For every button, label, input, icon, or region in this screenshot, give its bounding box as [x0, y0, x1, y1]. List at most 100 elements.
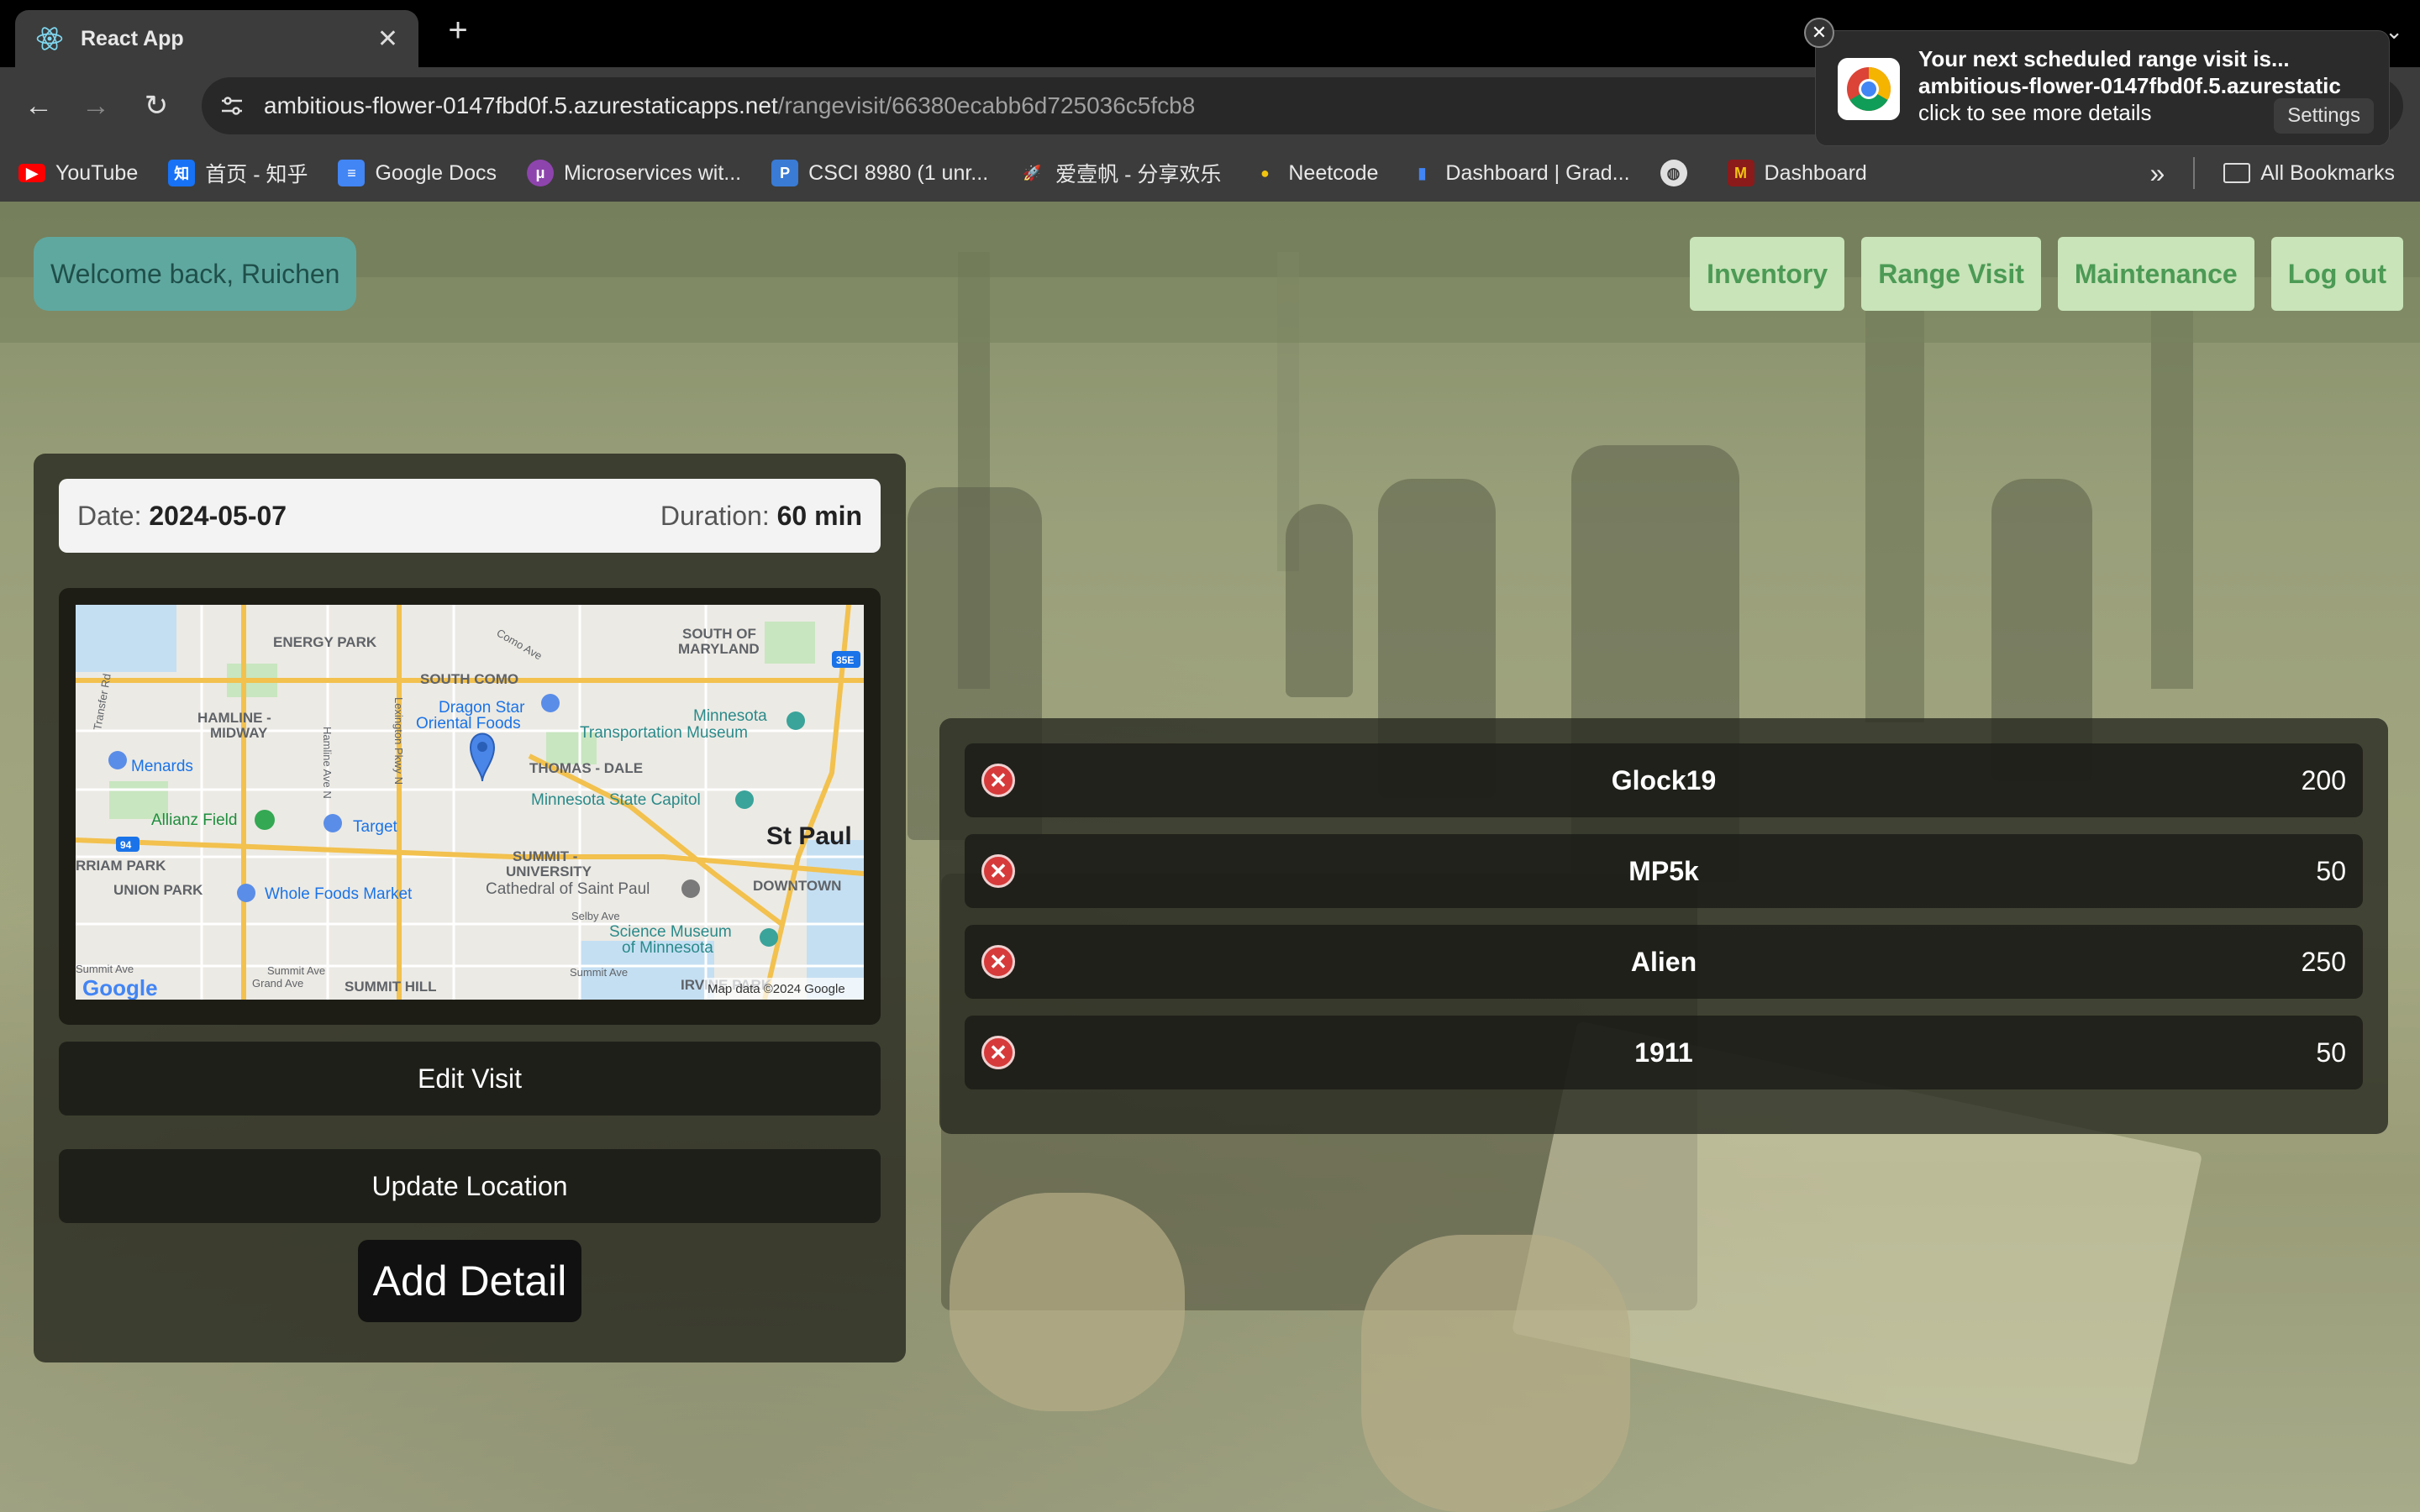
bookmark-youtube[interactable]: ▶ YouTube	[18, 161, 138, 186]
all-bookmarks[interactable]: All Bookmarks	[2223, 161, 2395, 186]
item-name: MP5k	[1628, 856, 1699, 886]
svg-text:Menards: Menards	[131, 758, 193, 775]
svg-text:Hamline Ave N: Hamline Ave N	[321, 727, 334, 799]
url-host: ambitious-flower-0147fbd0f.5.azurestatic…	[264, 92, 778, 118]
visit-duration: Duration: 60 min	[660, 500, 862, 531]
item-quantity: 250	[2301, 947, 2346, 977]
list-item: ✕ MP5k 50	[965, 834, 2363, 908]
svg-text:Summit Ave: Summit Ave	[76, 963, 134, 975]
item-name: 1911	[1634, 1037, 1693, 1068]
svg-text:Allianz Field: Allianz Field	[151, 811, 237, 829]
svg-text:Science Museum: Science Museum	[609, 923, 732, 941]
svg-text:DOWNTOWN: DOWNTOWN	[753, 878, 841, 894]
microservices-icon: μ	[527, 160, 554, 186]
svg-text:Cathedral of Saint Paul: Cathedral of Saint Paul	[486, 880, 650, 898]
svg-text:HAMLINE -: HAMLINE -	[197, 710, 271, 726]
forward-icon[interactable]: →	[77, 87, 114, 124]
item-name: Alien	[1630, 947, 1697, 977]
svg-text:Target: Target	[353, 818, 398, 836]
bookmarks-divider	[2193, 157, 2196, 189]
bookmark-google-docs[interactable]: ≡ Google Docs	[338, 160, 497, 186]
tab-title: React App	[81, 26, 184, 50]
visit-detail-panel: Date: 2024-05-07 Duration: 60 min ENERGY…	[34, 454, 906, 1362]
back-icon[interactable]: ←	[20, 87, 57, 124]
main-nav: Inventory Range Visit Maintenance Log ou…	[1690, 237, 2403, 311]
svg-text:SUMMIT -: SUMMIT -	[513, 848, 577, 864]
map-container: ENERGY PARK SOUTH OF MARYLAND SOUTH COMO…	[59, 588, 881, 1025]
nav-range-visit[interactable]: Range Visit	[1861, 237, 2041, 311]
app-header: Welcome back, Ruichen Inventory Range Vi…	[0, 202, 2420, 343]
svg-text:of Minnesota: of Minnesota	[622, 939, 713, 957]
svg-text:Transportation Museum: Transportation Museum	[580, 724, 748, 742]
bookmark-aiyifan[interactable]: 🚀 爱壹帆 - 分享欢乐	[1018, 158, 1221, 188]
canvas-icon: M	[1727, 160, 1754, 186]
add-detail-button[interactable]: Add Detail	[358, 1240, 581, 1322]
url-path: /rangevisit/66380ecabb6d725036c5fcb8	[777, 92, 1196, 118]
list-item: ✕ 1911 50	[965, 1016, 2363, 1089]
google-docs-icon: ≡	[338, 160, 366, 186]
svg-text:Summit Ave: Summit Ave	[267, 964, 325, 977]
svg-text:Selby Ave: Selby Ave	[571, 910, 620, 922]
tab-close-icon[interactable]: ✕	[377, 24, 398, 54]
svg-text:RRIAM PARK: RRIAM PARK	[76, 858, 166, 874]
bookmark-neetcode[interactable]: ● Neetcode	[1251, 160, 1378, 186]
svg-text:Lexington Pkwy N: Lexington Pkwy N	[392, 697, 405, 785]
item-quantity: 50	[2316, 1037, 2346, 1068]
svg-text:Whole Foods Market: Whole Foods Market	[265, 885, 413, 903]
neetcode-icon: ●	[1260, 164, 1270, 181]
svg-text:UNIVERSITY: UNIVERSITY	[506, 864, 592, 879]
bar-chart-icon: ▮	[1418, 164, 1427, 181]
notification-close-icon[interactable]: ✕	[1804, 18, 1834, 48]
chrome-notification[interactable]: ✕ Your next scheduled range visit is... …	[1804, 18, 2390, 146]
notification-title: Your next scheduled range visit is...	[1918, 46, 2290, 71]
bookmark-gradescope[interactable]: ▮ Dashboard | Grad...	[1408, 160, 1629, 186]
svg-text:St Paul: St Paul	[766, 822, 852, 850]
item-quantity: 200	[2301, 765, 2346, 795]
nav-inventory[interactable]: Inventory	[1690, 237, 1845, 311]
rocket-icon: 🚀	[1022, 164, 1042, 181]
nav-maintenance[interactable]: Maintenance	[2057, 237, 2254, 311]
update-location-button[interactable]: Update Location	[59, 1149, 881, 1223]
svg-text:SOUTH COMO: SOUTH COMO	[420, 671, 518, 687]
bookmark-dashboard[interactable]: M Dashboard	[1727, 160, 1867, 186]
edit-visit-button[interactable]: Edit Visit	[59, 1042, 881, 1116]
piazza-icon: P	[771, 160, 799, 186]
notification-origin: ambitious-flower-0147fbd0f.5.azurestatic	[1918, 73, 2341, 98]
site-settings-icon[interactable]	[218, 92, 245, 119]
visit-summary: Date: 2024-05-07 Duration: 60 min	[59, 479, 881, 553]
svg-text:Grand Ave: Grand Ave	[252, 977, 303, 990]
nav-log-out[interactable]: Log out	[2270, 237, 2403, 311]
svg-text:Minnesota State Capitol: Minnesota State Capitol	[531, 791, 701, 809]
app-page: Welcome back, Ruichen Inventory Range Vi…	[0, 202, 2420, 1512]
item-name: Glock19	[1611, 765, 1717, 795]
ammo-list-panel: ✕ Glock19 200 ✕ MP5k 50 ✕ Alien 250 ✕ 19…	[939, 718, 2388, 1134]
reload-icon[interactable]: ↻	[138, 87, 175, 124]
new-tab-icon[interactable]: +	[437, 12, 479, 50]
svg-text:35E: 35E	[836, 654, 854, 666]
bookmark-globe[interactable]: ◍	[1660, 160, 1697, 186]
svg-text:SOUTH OF: SOUTH OF	[682, 626, 756, 642]
location-map[interactable]: ENERGY PARK SOUTH OF MARYLAND SOUTH COMO…	[76, 605, 864, 1000]
svg-text:Minnesota: Minnesota	[693, 707, 767, 725]
welcome-badge: Welcome back, Ruichen	[34, 237, 357, 311]
svg-text:UNION PARK: UNION PARK	[113, 882, 203, 898]
zhihu-icon: 知	[168, 160, 196, 186]
svg-text:Map data ©2024 Google: Map data ©2024 Google	[708, 982, 845, 996]
chrome-icon	[1838, 58, 1900, 120]
notification-body: click to see more details	[1918, 100, 2152, 125]
bookmark-zhihu[interactable]: 知首页 - 知乎	[168, 158, 308, 188]
youtube-icon: ▶	[18, 164, 45, 182]
svg-text:Summit Ave: Summit Ave	[570, 966, 628, 979]
item-quantity: 50	[2316, 856, 2346, 886]
bookmark-microservices[interactable]: μ Microservices wit...	[527, 160, 741, 186]
list-item: ✕ Glock19 200	[965, 743, 2363, 817]
more-bookmarks-icon[interactable]: »	[2149, 158, 2165, 189]
bookmark-csci[interactable]: P CSCI 8980 (1 unr...	[771, 160, 988, 186]
svg-text:94: 94	[120, 839, 132, 851]
svg-text:Google: Google	[82, 975, 158, 1000]
bookmarks-bar: ▶ YouTube 知首页 - 知乎 ≡ Google Docs μ Microser…	[0, 144, 2420, 202]
folder-icon	[2223, 163, 2251, 183]
svg-text:Oriental Foods: Oriental Foods	[416, 715, 521, 732]
browser-tab[interactable]: React App ✕	[15, 10, 418, 67]
notification-settings-button[interactable]: Settings	[2274, 98, 2374, 134]
